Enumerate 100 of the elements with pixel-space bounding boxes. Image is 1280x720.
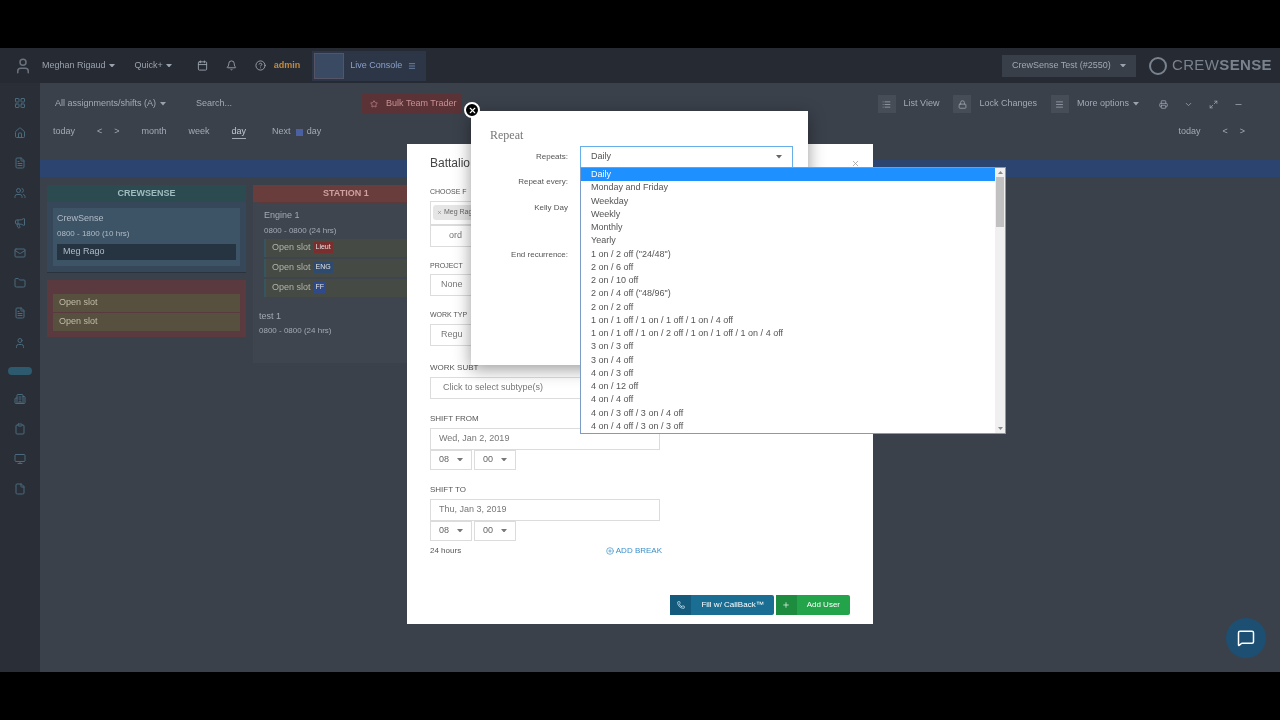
document-icon[interactable] — [14, 157, 26, 169]
plus-icon — [782, 600, 791, 609]
brand-logo: CREWSENSE — [1147, 54, 1272, 77]
option-item[interactable]: 2 on / 10 off — [581, 274, 995, 288]
time-select[interactable]: 08 — [430, 520, 472, 541]
today-button[interactable]: today — [53, 125, 76, 139]
option-item[interactable]: 4 on / 3 off / 3 on / 4 off — [581, 406, 995, 420]
option-item[interactable]: 4 on / 12 off — [581, 380, 995, 394]
print-icon[interactable] — [1159, 99, 1168, 109]
option-item[interactable]: 1 on / 1 off / 1 on / 1 off / 1 on / 4 off — [581, 313, 995, 327]
option-item[interactable]: Weekday — [581, 194, 995, 208]
user-icon[interactable] — [14, 337, 26, 349]
option-item[interactable]: 3 on / 3 off — [581, 340, 995, 354]
quick-menu[interactable]: Quick+ — [134, 58, 172, 73]
mail-icon[interactable] — [14, 247, 26, 259]
view-tab[interactable]: week — [188, 125, 210, 139]
help-icon[interactable] — [254, 60, 266, 71]
option-item[interactable]: Monday and Friday — [581, 181, 995, 195]
add-user-button[interactable]: Add User — [775, 594, 850, 615]
option-item[interactable]: Monthly — [581, 221, 995, 235]
console-button[interactable]: Live Console — [312, 50, 427, 81]
field-label: Repeat every: — [517, 176, 568, 188]
search-field[interactable]: Search... — [196, 97, 233, 111]
date-field[interactable]: Thu, Jan 3, 2019 — [430, 498, 660, 521]
option-item[interactable]: Yearly — [581, 234, 995, 248]
caret-icon — [108, 63, 115, 68]
calendar-icon[interactable] — [196, 60, 208, 71]
building-icon[interactable] — [14, 393, 26, 405]
account-select[interactable]: CrewSense Test (#2550) — [1001, 54, 1136, 77]
option-item[interactable]: 3 on / 4 off — [581, 353, 995, 367]
caret-icon — [501, 528, 507, 533]
option-item[interactable]: 4 on / 3 off — [581, 366, 995, 380]
toolbar-button[interactable]: More options — [1050, 95, 1139, 113]
option-item[interactable]: 1 on / 2 off ("24/48") — [581, 247, 995, 261]
option-item[interactable]: 2 on / 6 off — [581, 260, 995, 274]
option-item[interactable]: 2 on / 2 off — [581, 300, 995, 314]
time-select[interactable]: 00 — [474, 449, 516, 470]
user-menu[interactable]: Meghan Rigaud — [42, 58, 115, 73]
unit-name: test 1 — [259, 309, 281, 323]
lock-icon — [957, 99, 967, 109]
field-label: WORK SUBT — [430, 361, 479, 374]
option-item[interactable]: Weekly — [581, 207, 995, 221]
home-icon[interactable] — [14, 127, 26, 139]
duration-text: 24 hours — [430, 544, 462, 557]
today-button[interactable]: today — [1178, 125, 1201, 139]
scroll-up-icon — [997, 171, 1003, 174]
time-select[interactable]: 00 — [474, 520, 516, 541]
field-label: Kelly Day — [533, 202, 568, 214]
toolbar-button[interactable]: Lock Changes — [953, 95, 1037, 113]
next-label: Next — [272, 125, 291, 139]
prev-button[interactable]: < — [97, 125, 103, 139]
badge-icon — [8, 367, 32, 375]
next-button[interactable]: > — [114, 125, 120, 139]
bell-icon[interactable] — [225, 60, 237, 71]
caret-icon — [1119, 63, 1126, 68]
unit-time: 0800 - 0800 (24 hrs) — [259, 325, 332, 337]
caret-icon — [1133, 102, 1139, 106]
open-slot[interactable]: Open slot — [53, 312, 240, 331]
grid-icon[interactable] — [14, 97, 26, 109]
add-break-link[interactable]: ADD BREAK — [605, 544, 662, 557]
callback-button[interactable]: Fill w/ CallBack™ — [670, 594, 774, 615]
unit-time: 0800 - 0800 (24 hrs) — [264, 224, 337, 237]
expand-icon[interactable] — [1209, 99, 1218, 109]
star-icon — [370, 100, 379, 108]
option-item[interactable]: 4 on / 4 off — [581, 393, 995, 407]
card-header: CREWSENSE — [47, 185, 246, 202]
folder-icon[interactable] — [14, 277, 26, 289]
option-item[interactable]: Daily — [581, 168, 995, 182]
filter-select[interactable]: All assignments/shifts (A) — [55, 97, 167, 111]
megaphone-icon[interactable] — [14, 217, 26, 229]
view-tab[interactable]: day — [231, 124, 247, 140]
shift-time: 0800 - 1800 (10 hrs) — [57, 227, 130, 240]
option-item[interactable]: 2 on / 4 off ("48/96") — [581, 287, 995, 301]
unit-select[interactable]: day — [306, 125, 322, 139]
option-item[interactable]: 1 on / 1 off / 1 on / 2 off / 1 on / 1 off / 1 on / 4 off — [581, 327, 995, 341]
open-slot[interactable]: Open slot — [53, 293, 240, 312]
monitor-icon[interactable] — [14, 453, 26, 465]
assignee-row: Meg Rago — [57, 243, 236, 260]
time-select[interactable]: 08 — [430, 449, 472, 470]
view-tab[interactable]: month — [141, 125, 167, 139]
scrollbar-thumb[interactable] — [996, 177, 1004, 227]
caret-icon — [160, 102, 167, 106]
subtype-field[interactable]: Click to select subtype(s) — [430, 376, 580, 399]
chat-icon — [1237, 629, 1255, 647]
field-label: End recurrence: — [510, 249, 568, 261]
caret-icon — [165, 63, 172, 68]
next-button[interactable]: > — [1239, 125, 1245, 139]
caret-icon — [457, 457, 463, 462]
avatar-icon — [14, 56, 32, 75]
card-header: STATION 1 — [323, 186, 369, 200]
trade-button[interactable]: Bulk Team Trader — [362, 94, 463, 114]
file-icon[interactable] — [14, 483, 26, 495]
close-icon — [467, 105, 477, 115]
role-label: admin — [273, 58, 301, 72]
clipboard-icon[interactable] — [14, 423, 26, 435]
file-icon[interactable] — [14, 307, 26, 319]
caret-icon — [501, 457, 507, 462]
prev-button[interactable]: < — [1222, 125, 1228, 139]
toolbar-button[interactable]: List View — [877, 95, 940, 113]
users-icon[interactable] — [14, 187, 26, 199]
